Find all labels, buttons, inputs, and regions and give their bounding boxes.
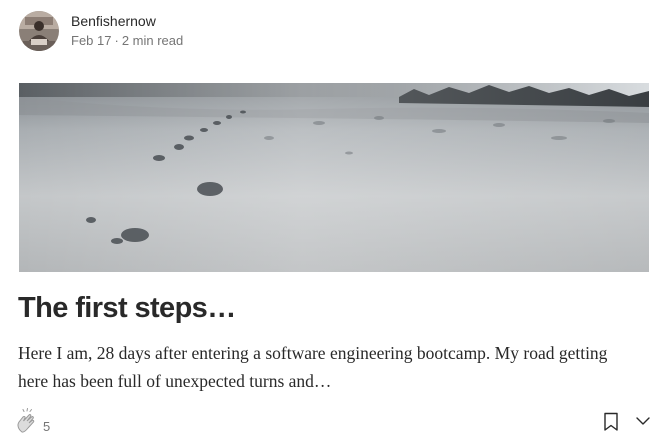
meta-separator: · [114, 33, 119, 48]
more-options-button[interactable] [635, 414, 651, 433]
post-title[interactable]: The first steps… [18, 289, 236, 327]
avatar[interactable] [19, 11, 59, 51]
clap-count: 5 [43, 419, 51, 434]
clap-icon[interactable] [16, 408, 40, 439]
post-meta: Feb 17 · 2 min read [71, 32, 183, 50]
author-row: Benfishernow Feb 17 · 2 min read [19, 11, 183, 51]
read-time: 2 min read [121, 33, 184, 48]
post-date: Feb 17 [71, 33, 112, 48]
post-excerpt[interactable]: Here I am, 28 days after entering a soft… [18, 339, 638, 395]
author-name[interactable]: Benfishernow [71, 12, 183, 30]
bookmark-icon[interactable] [603, 412, 619, 436]
clap-button[interactable]: 5 [16, 408, 50, 439]
post-footer: 5 [16, 408, 656, 438]
hero-image[interactable] [19, 83, 649, 272]
bookmark-button[interactable] [603, 412, 619, 437]
post-card: Benfishernow Feb 17 · 2 min read The fir… [0, 0, 667, 447]
author-meta: Benfishernow Feb 17 · 2 min read [71, 12, 183, 50]
chevron-down-icon[interactable] [635, 415, 651, 432]
